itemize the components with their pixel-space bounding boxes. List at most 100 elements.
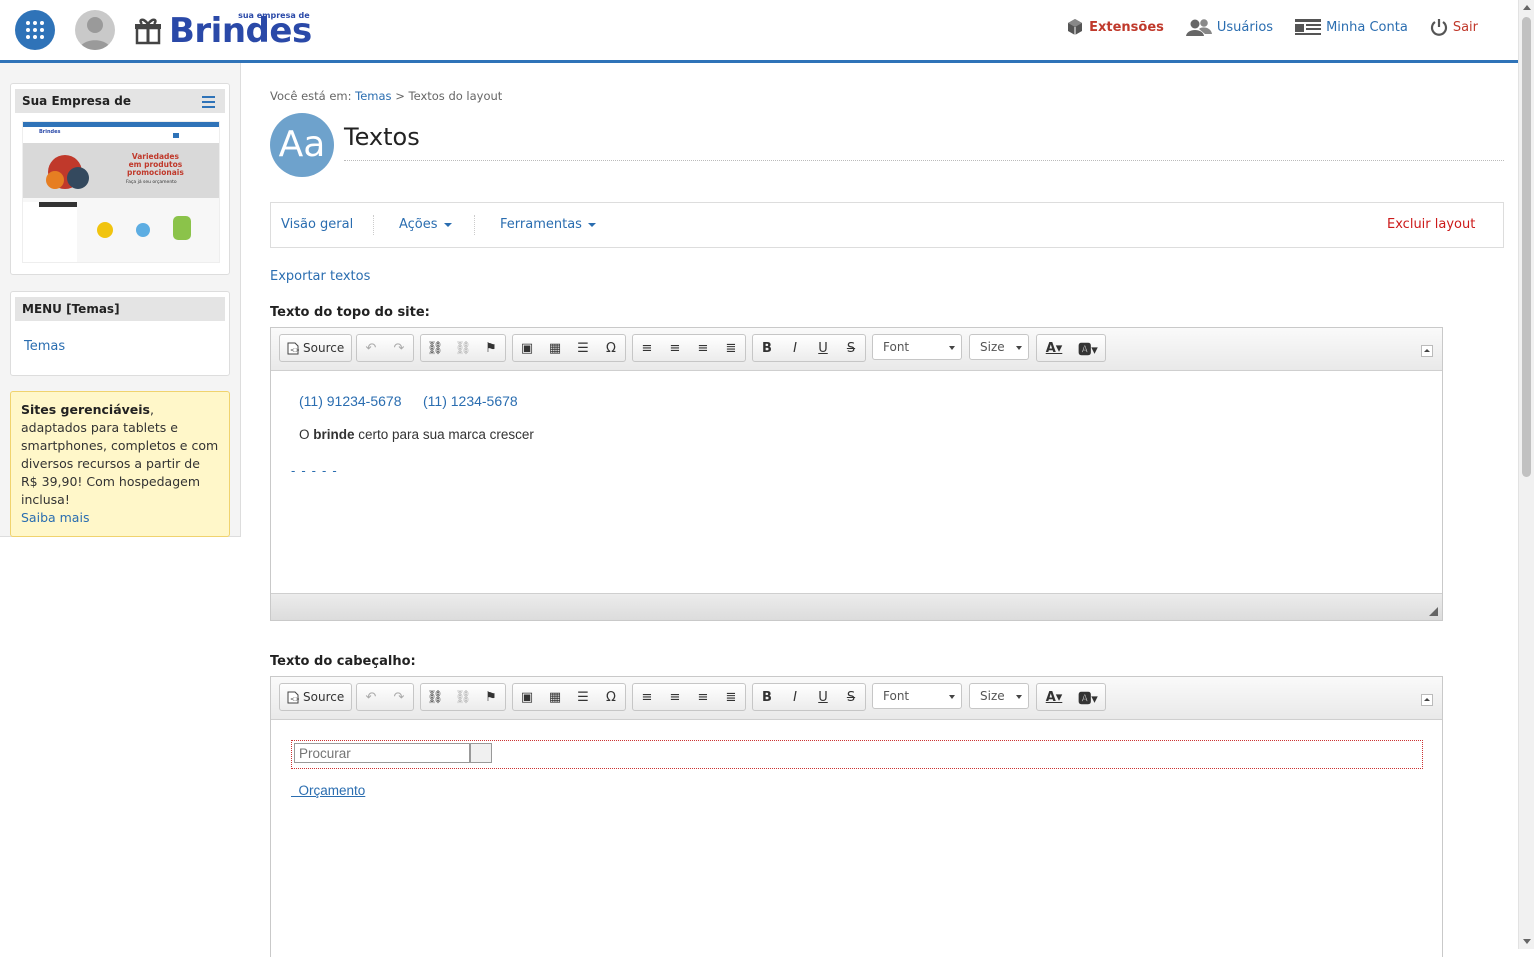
search-button[interactable] (470, 743, 492, 763)
search-input[interactable] (294, 743, 470, 763)
bold-icon[interactable]: B (753, 335, 781, 361)
strikethrough-icon[interactable]: S (837, 335, 865, 361)
table-icon[interactable]: ▦ (541, 335, 569, 361)
font-select[interactable]: Font (872, 683, 962, 709)
bold-icon[interactable]: B (753, 684, 781, 710)
title-divider (344, 160, 1504, 161)
site-preview-box: Sua Empresa de Brindes Variedades em pro… (10, 83, 230, 275)
apps-menu-button[interactable] (15, 10, 55, 50)
justify-icon[interactable]: ≣ (717, 335, 745, 361)
horizontal-rule-icon[interactable]: ☰ (569, 335, 597, 361)
collapse-toolbar-icon[interactable] (1421, 345, 1433, 357)
users-link[interactable]: Usuários (1185, 18, 1273, 36)
scroll-down-arrow-icon[interactable] (1523, 939, 1531, 944)
phone-link-mobile[interactable]: (11) 91234-5678 (299, 393, 401, 409)
editor-content[interactable]: (11) 91234-5678 (11) 1234-5678 O brinde … (271, 371, 1442, 593)
horizontal-rule-icon[interactable]: ☰ (569, 684, 597, 710)
vertical-scrollbar[interactable] (1518, 0, 1534, 949)
color-group: A▾ 🅰▾ (1036, 683, 1106, 711)
background-color-icon[interactable]: 🅰▾ (1071, 335, 1105, 361)
underline-icon[interactable]: U (809, 335, 837, 361)
top-text-editor: <> Source ↶ ↷ ⛓ ⛓ ⚑ ▣ ▦ ☰ Ω ≡ ≡ ≡ ≣ B I … (270, 327, 1443, 621)
avatar[interactable] (75, 10, 115, 50)
editor-toolbar: <> Source ↶ ↷ ⛓ ⛓ ⚑ ▣ ▦ ☰ Ω ≡ ≡ ≡ ≣ B I … (271, 677, 1442, 720)
underline-icon[interactable]: U (809, 684, 837, 710)
font-select[interactable]: Font (872, 334, 962, 360)
align-right-icon[interactable]: ≡ (689, 684, 717, 710)
delete-layout-button[interactable]: Excluir layout (1387, 217, 1475, 232)
insert-group: ▣ ▦ ☰ Ω (512, 683, 626, 711)
text-color-icon[interactable]: A▾ (1037, 684, 1071, 710)
collapse-toolbar-icon[interactable] (1421, 694, 1433, 706)
size-select[interactable]: Size (969, 334, 1029, 360)
source-button[interactable]: <> Source (280, 335, 351, 361)
anchor-flag-icon[interactable]: ⚑ (477, 335, 505, 361)
source-button[interactable]: <> Source (280, 684, 351, 710)
sidebar-item-temas[interactable]: Temas (24, 339, 229, 354)
anchor-flag-icon[interactable]: ⚑ (477, 684, 505, 710)
justify-icon[interactable]: ≣ (717, 684, 745, 710)
learn-more-link[interactable]: Saiba mais (21, 510, 89, 525)
grid-icon (26, 21, 44, 39)
overview-tab[interactable]: Visão geral (281, 217, 353, 232)
dash-links[interactable]: ----- (291, 463, 343, 478)
unlink-icon[interactable]: ⛓ (449, 335, 477, 361)
link-icon[interactable]: ⛓ (421, 684, 449, 710)
image-icon[interactable]: ▣ (513, 684, 541, 710)
redo-icon[interactable]: ↷ (385, 335, 413, 361)
redo-icon[interactable]: ↷ (385, 684, 413, 710)
italic-icon[interactable]: I (781, 335, 809, 361)
caret-down-icon (587, 222, 596, 227)
logout-link[interactable]: Sair (1430, 18, 1478, 36)
site-thumbnail[interactable]: Brindes Variedades em produtos promocion… (22, 121, 220, 263)
align-left-icon[interactable]: ≡ (633, 335, 661, 361)
thumb-logo: Brindes (39, 129, 61, 135)
align-left-icon[interactable]: ≡ (633, 684, 661, 710)
style-group: B I U S (752, 334, 866, 362)
export-texts-link[interactable]: Exportar textos (270, 269, 370, 284)
hamburger-menu-icon[interactable] (202, 96, 215, 111)
background-color-icon[interactable]: 🅰▾ (1071, 684, 1105, 710)
size-select[interactable]: Size (969, 683, 1029, 709)
special-char-icon[interactable]: Ω (597, 335, 625, 361)
special-char-icon[interactable]: Ω (597, 684, 625, 710)
scrollbar-thumb[interactable] (1522, 17, 1531, 477)
undo-icon[interactable]: ↶ (357, 335, 385, 361)
my-account-link[interactable]: Minha Conta (1295, 18, 1408, 36)
quote-link[interactable]: Orçamento (291, 783, 366, 798)
site-box-title: Sua Empresa de (15, 89, 225, 113)
dropdown-arrow-icon (1016, 695, 1022, 699)
promo-title: Sites gerenciáveis (21, 402, 150, 417)
dropdown-arrow-icon (949, 695, 955, 699)
breadcrumb-temas-link[interactable]: Temas (355, 89, 391, 103)
theme-menu-box: MENU [Temas] Temas (10, 291, 230, 376)
tools-dropdown[interactable]: Ferramentas (500, 217, 596, 232)
extensions-link[interactable]: Extensões (1066, 18, 1164, 36)
editor-toolbar: <> Source ↶ ↷ ⛓ ⛓ ⚑ ▣ ▦ ☰ Ω ≡ ≡ ≡ ≣ B I … (271, 328, 1442, 371)
menu-box-title: MENU [Temas] (15, 297, 225, 321)
brand-logo[interactable]: Brindes sua empresa de (133, 11, 312, 50)
svg-text:<>: <> (290, 696, 299, 703)
scroll-up-arrow-icon[interactable] (1523, 5, 1531, 10)
source-doc-icon: <> (287, 342, 299, 354)
unlink-icon[interactable]: ⛓ (449, 684, 477, 710)
link-icon[interactable]: ⛓ (421, 335, 449, 361)
italic-icon[interactable]: I (781, 684, 809, 710)
actions-dropdown[interactable]: Ações (399, 217, 452, 232)
table-icon[interactable]: ▦ (541, 684, 569, 710)
site-preview-image (23, 122, 219, 262)
align-right-icon[interactable]: ≡ (689, 335, 717, 361)
align-center-icon[interactable]: ≡ (661, 335, 689, 361)
resize-handle-icon[interactable] (1429, 607, 1438, 616)
caret-down-icon (443, 222, 452, 227)
phone-link-landline[interactable]: (11) 1234-5678 (423, 393, 518, 409)
align-center-icon[interactable]: ≡ (661, 684, 689, 710)
source-group: <> Source (279, 334, 353, 362)
image-icon[interactable]: ▣ (513, 335, 541, 361)
strikethrough-icon[interactable]: S (837, 684, 865, 710)
align-group: ≡ ≡ ≡ ≣ (632, 334, 746, 362)
text-color-icon[interactable]: A▾ (1037, 335, 1071, 361)
insert-group: ▣ ▦ ☰ Ω (512, 334, 626, 362)
undo-icon[interactable]: ↶ (357, 684, 385, 710)
editor-content[interactable]: Orçamento (271, 720, 1442, 957)
